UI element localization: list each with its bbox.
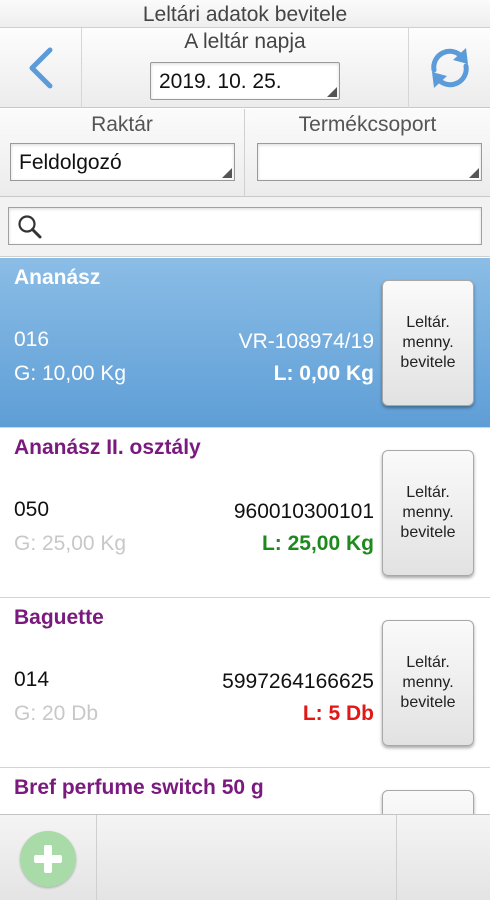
enter-inventory-qty-button[interactable]: Leltár. menny. bevitele	[382, 620, 474, 746]
list-item[interactable]: Ananász 016 VR-108974/19 G: 10,00 Kg L: …	[0, 258, 490, 428]
search-icon	[18, 215, 42, 239]
item-expected-qty: G: 25,00 Kg	[14, 532, 127, 555]
item-name: Baguette	[14, 606, 104, 629]
warehouse-label: Raktár	[91, 113, 153, 136]
refresh-icon	[430, 48, 469, 88]
list-item[interactable]: Bref perfume switch 50 g	[0, 768, 490, 814]
date-field[interactable]: 2019. 10. 25.	[150, 62, 340, 100]
list-item[interactable]: Ananász II. osztály 050 960010300101 G: …	[0, 428, 490, 598]
item-expected-qty: G: 20 Db	[14, 702, 99, 725]
search-input[interactable]	[8, 207, 482, 245]
item-name: Ananász	[14, 266, 101, 289]
item-name: Bref perfume switch 50 g	[14, 776, 264, 799]
dropdown-corner-icon	[469, 168, 479, 178]
window-title: Leltári adatok bevitele	[0, 0, 490, 28]
item-counted-qty: L: 25,00 Kg	[261, 532, 374, 555]
warehouse-select[interactable]: Feldolgozó	[10, 143, 235, 181]
product-list: Ananász 016 VR-108974/19 G: 10,00 Kg L: …	[0, 258, 490, 814]
warehouse-value: Feldolgozó	[19, 151, 122, 174]
toolbar-divider	[96, 815, 97, 900]
back-button[interactable]	[0, 28, 82, 108]
chevron-left-icon	[29, 47, 52, 89]
product-group-select[interactable]	[257, 143, 482, 181]
filters: Raktár Feldolgozó Termékcsoport	[0, 109, 490, 197]
enter-inventory-qty-button[interactable]: Leltár. menny. bevitele	[382, 280, 474, 406]
date-value: 2019. 10. 25.	[159, 70, 282, 93]
product-group-label: Termékcsoport	[298, 113, 437, 136]
date-label: A leltár napja	[184, 30, 306, 53]
item-reference: 960010300101	[233, 500, 374, 523]
header: A leltár napja 2019. 10. 25.	[0, 28, 490, 108]
refresh-button[interactable]	[408, 28, 490, 108]
item-code: 016	[14, 328, 50, 351]
item-code: 014	[14, 668, 50, 691]
toolbar-divider	[396, 815, 397, 900]
add-button[interactable]	[20, 831, 76, 887]
enter-inventory-qty-button[interactable]: Leltár. menny. bevitele	[382, 450, 474, 576]
dropdown-corner-icon	[222, 168, 232, 178]
warehouse-filter: Raktár Feldolgozó	[0, 109, 245, 197]
bottom-toolbar	[0, 814, 490, 900]
list-item[interactable]: Baguette 014 5997264166625 G: 20 Db L: 5…	[0, 598, 490, 768]
item-expected-qty: G: 10,00 Kg	[14, 362, 127, 385]
item-counted-qty: L: 5 Db	[302, 702, 374, 725]
plus-icon	[44, 845, 52, 873]
item-counted-qty: L: 0,00 Kg	[273, 362, 374, 385]
enter-inventory-qty-button[interactable]	[382, 790, 474, 814]
dropdown-corner-icon	[327, 87, 337, 97]
search-bar	[0, 197, 490, 257]
item-reference: 5997264166625	[222, 670, 374, 693]
item-reference: VR-108974/19	[238, 330, 374, 353]
item-name: Ananász II. osztály	[14, 436, 201, 459]
product-group-filter: Termékcsoport	[245, 109, 490, 197]
item-code: 050	[14, 498, 50, 521]
